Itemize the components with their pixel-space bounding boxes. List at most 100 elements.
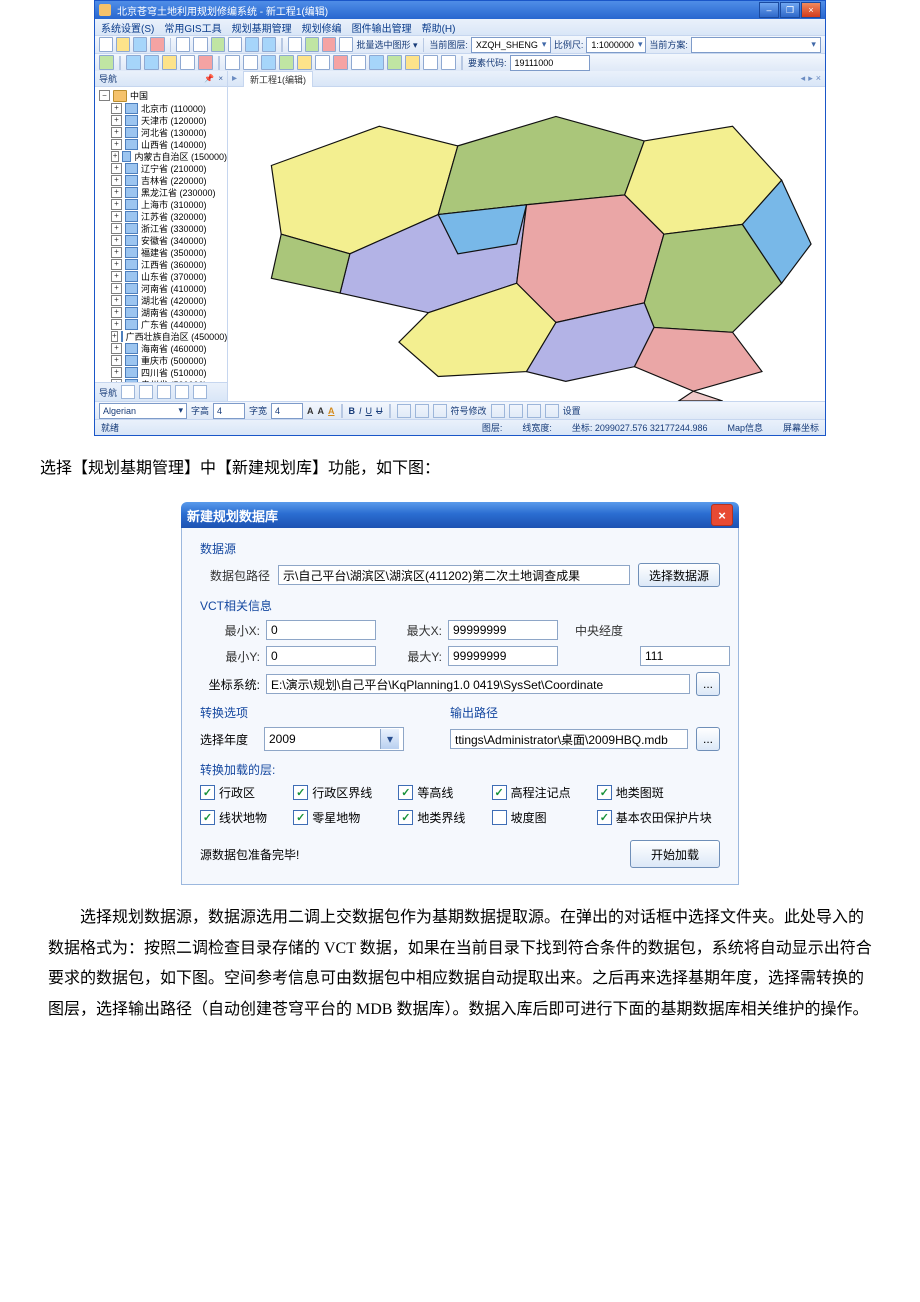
tab-close-icon[interactable]: ×: [816, 73, 821, 84]
tab-next-icon[interactable]: ▸: [808, 73, 813, 84]
tree-item[interactable]: +湖南省 (430000): [111, 306, 227, 318]
menu-gis[interactable]: 常用GIS工具: [164, 20, 221, 35]
expand-icon[interactable]: +: [111, 151, 119, 162]
tb-save-icon[interactable]: [133, 37, 147, 52]
collapse-icon[interactable]: −: [99, 90, 110, 101]
current-layer-dropdown[interactable]: XZQH_SHENG▾: [471, 37, 551, 53]
font-sample-a2[interactable]: A: [318, 406, 325, 416]
nav-tab-legend-icon[interactable]: [139, 385, 153, 399]
tree-root-label[interactable]: 中国: [130, 89, 148, 102]
align-left-icon[interactable]: [397, 404, 411, 418]
start-load-button[interactable]: 开始加载: [630, 840, 720, 868]
shape-circle-icon[interactable]: [545, 404, 559, 418]
expand-icon[interactable]: +: [111, 259, 122, 270]
tree-item[interactable]: +安徽省 (340000): [111, 234, 227, 246]
tb-clear-icon[interactable]: [339, 37, 353, 52]
tree-item[interactable]: +河北省 (130000): [111, 126, 227, 138]
font-width-input[interactable]: 4: [271, 403, 303, 419]
maxy-input[interactable]: 99999999: [448, 646, 558, 666]
output-path-input[interactable]: ttings\Administrator\桌面\2009HBQ.mdb: [450, 729, 688, 749]
tree-item[interactable]: +天津市 (120000): [111, 114, 227, 126]
layer-checkbox[interactable]: ✓等高线: [398, 784, 473, 801]
tb-undo-icon[interactable]: [99, 55, 114, 70]
tree-item[interactable]: +海南省 (460000): [111, 342, 227, 354]
align-right-icon[interactable]: [433, 404, 447, 418]
tab-prev-icon[interactable]: ◂: [801, 73, 806, 84]
font-name-dropdown[interactable]: Algerian▾: [99, 403, 187, 419]
output-browse-button[interactable]: ...: [696, 727, 720, 751]
expand-icon[interactable]: +: [111, 103, 122, 114]
menu-output[interactable]: 图件输出管理: [352, 20, 412, 35]
tb-edit-icon[interactable]: [315, 55, 330, 70]
expand-icon[interactable]: +: [111, 223, 122, 234]
batch-select-dropdown[interactable]: 批量选中图形 ▾: [356, 38, 417, 51]
select-datasource-button[interactable]: 选择数据源: [638, 563, 720, 587]
coordsys-browse-button[interactable]: ...: [696, 672, 720, 696]
layer-checkbox[interactable]: ✓行政区界线: [293, 784, 380, 801]
expand-icon[interactable]: +: [111, 271, 122, 282]
miny-input[interactable]: 0: [266, 646, 376, 666]
tb-prevview-icon[interactable]: [245, 37, 259, 52]
nav-tab-more-icon[interactable]: [193, 385, 207, 399]
font-color-icon[interactable]: A: [328, 406, 335, 416]
shape-line-icon[interactable]: [491, 404, 505, 418]
font-height-input[interactable]: 4: [213, 403, 245, 419]
tb-select-icon[interactable]: [288, 37, 302, 52]
tb-open-icon[interactable]: [116, 37, 130, 52]
central-meridian-input[interactable]: 111: [640, 646, 730, 666]
symbol-edit-label[interactable]: 符号修改: [451, 404, 487, 417]
tree-item[interactable]: +辽宁省 (210000): [111, 162, 227, 174]
tb-page-icon[interactable]: [180, 55, 195, 70]
tree-item[interactable]: +广东省 (440000): [111, 318, 227, 330]
minx-input[interactable]: 0: [266, 620, 376, 640]
expand-icon[interactable]: +: [111, 307, 122, 318]
tb-text-icon[interactable]: [387, 55, 402, 70]
menu-system[interactable]: 系统设置(S): [101, 20, 154, 35]
tb-table-icon[interactable]: [243, 55, 258, 70]
nav-close-icon[interactable]: ×: [218, 74, 223, 83]
menu-baseperiod[interactable]: 规划基期管理: [232, 20, 292, 35]
nav-tab-properties-icon[interactable]: [157, 385, 171, 399]
year-dropdown[interactable]: 2009 ▾: [264, 727, 404, 751]
layer-checkbox[interactable]: ✓基本农田保护片块: [597, 809, 720, 826]
tb-zoomout-icon[interactable]: [193, 37, 207, 52]
dialog-close-button[interactable]: ×: [711, 504, 733, 526]
tb-color-icon[interactable]: [405, 55, 420, 70]
layer-checkbox[interactable]: ✓高程注记点: [492, 784, 579, 801]
tree-item[interactable]: +黑龙江省 (230000): [111, 186, 227, 198]
tb-measure-icon[interactable]: [322, 37, 336, 52]
expand-icon[interactable]: +: [111, 163, 122, 174]
tb-pan-icon[interactable]: [211, 37, 225, 52]
close-button[interactable]: ×: [801, 2, 821, 18]
underline-button[interactable]: U: [366, 406, 373, 416]
tb-legend-icon[interactable]: [297, 55, 312, 70]
tree-item[interactable]: +重庆市 (500000): [111, 354, 227, 366]
tb-zoomin-icon[interactable]: [176, 37, 190, 52]
maxx-input[interactable]: 99999999: [448, 620, 558, 640]
maximize-button[interactable]: ❐: [780, 2, 800, 18]
shape-ellipse-icon[interactable]: [527, 404, 541, 418]
expand-icon[interactable]: +: [111, 175, 122, 186]
settings-label[interactable]: 设置: [563, 404, 581, 417]
tree-item[interactable]: +山西省 (140000): [111, 138, 227, 150]
expand-icon[interactable]: +: [111, 187, 122, 198]
expand-icon[interactable]: +: [111, 367, 122, 378]
tree-item[interactable]: +河南省 (410000): [111, 282, 227, 294]
layer-checkbox[interactable]: ✓零星地物: [293, 809, 380, 826]
tree-item[interactable]: +北京市 (110000): [111, 102, 227, 114]
minimize-button[interactable]: –: [759, 2, 779, 18]
tb-layer-icon[interactable]: [423, 55, 438, 70]
tb-new-icon[interactable]: [99, 37, 113, 52]
map-canvas[interactable]: [228, 87, 825, 401]
expand-icon[interactable]: +: [111, 283, 122, 294]
expand-icon[interactable]: +: [111, 139, 122, 150]
tb-identify-icon[interactable]: [305, 37, 319, 52]
map-tab[interactable]: 新工程1(编辑): [243, 71, 313, 87]
pkg-path-input[interactable]: 示\自己平台\湖滨区\湖滨区(411202)第二次土地调查成果: [278, 565, 630, 585]
tb-line-icon[interactable]: [351, 55, 366, 70]
tree-item[interactable]: +江苏省 (320000): [111, 210, 227, 222]
tree-item[interactable]: +内蒙古自治区 (150000): [111, 150, 227, 162]
tree-item[interactable]: +江西省 (360000): [111, 258, 227, 270]
tb-delete-icon[interactable]: [198, 55, 213, 70]
tb-refresh-icon[interactable]: [279, 55, 294, 70]
